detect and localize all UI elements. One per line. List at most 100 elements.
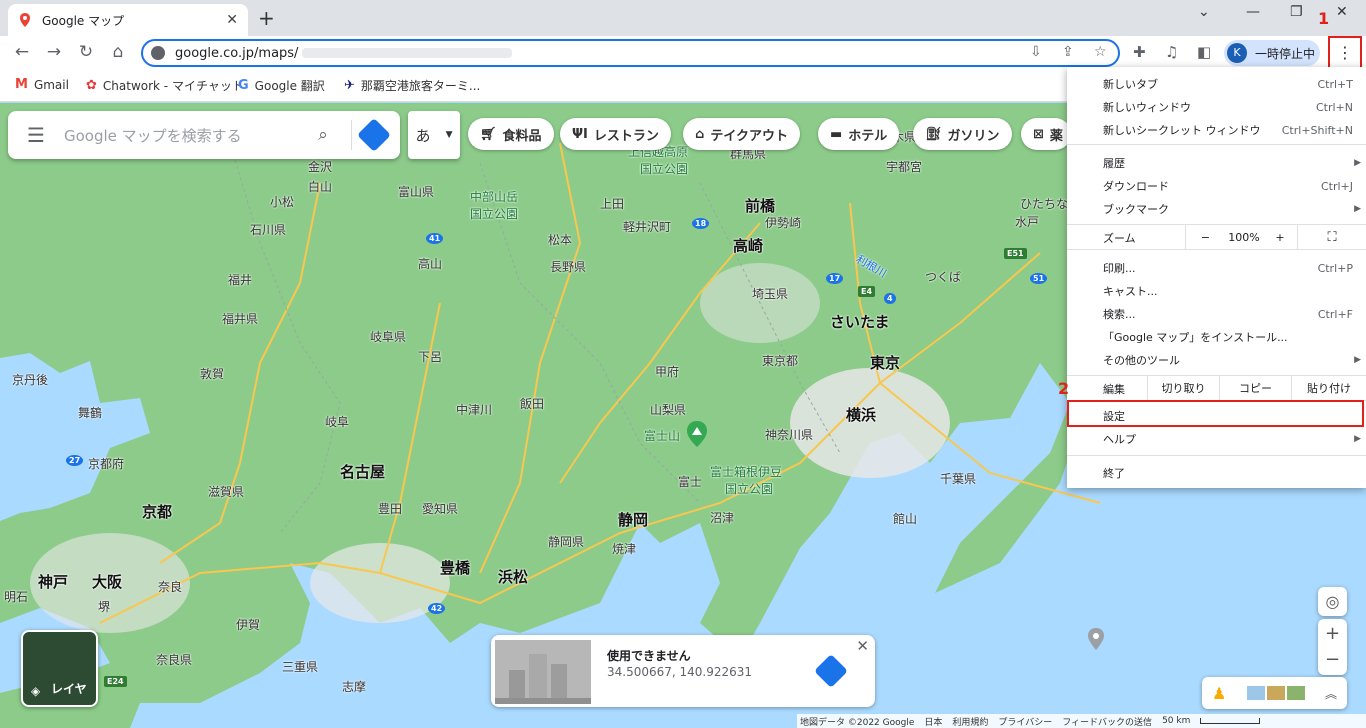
edit-label: 編集	[1103, 383, 1125, 396]
install-app-icon[interactable]: ⇩	[1030, 44, 1042, 60]
fuel-icon: ⛽︎	[925, 126, 942, 142]
layers-button[interactable]: ◈ レイヤ	[21, 630, 98, 707]
map-label: 高山	[418, 257, 443, 271]
tab-close-icon[interactable]: ✕	[226, 12, 238, 28]
map-label: 伊勢崎	[765, 216, 802, 230]
copy-button[interactable]: コピー	[1219, 376, 1291, 400]
feedback-link[interactable]: フィードバックの送信	[1062, 715, 1152, 728]
bookmark-naha[interactable]: ✈ 那覇空港旅客ターミ...	[344, 77, 480, 94]
street-view-thumbnail[interactable]	[495, 640, 591, 704]
chip-restaurants[interactable]: ΨΙ レストラン	[560, 118, 671, 150]
bookmark-translate[interactable]: G Google 翻訳	[238, 77, 325, 94]
bookmark-gmail[interactable]: M Gmail	[15, 77, 69, 92]
divider	[351, 120, 352, 150]
route-shield: 4	[884, 293, 896, 304]
chip-takeout[interactable]: ⌂ テイクアウト	[683, 118, 801, 150]
bookmark-star-icon[interactable]: ☆	[1094, 44, 1107, 60]
map-label: 東京都	[762, 354, 799, 368]
fullscreen-icon[interactable]: ⛶	[1297, 225, 1366, 249]
menu-help[interactable]: ヘルプ ▶	[1103, 431, 1363, 447]
menu-downloads[interactable]: ダウンロード Ctrl+J	[1103, 178, 1363, 194]
map-label: 堺	[98, 600, 111, 614]
restore-icon[interactable]: ❐	[1290, 4, 1303, 20]
close-icon[interactable]: ✕	[856, 637, 869, 655]
new-tab-icon[interactable]: +	[258, 6, 275, 30]
zoom-out-button[interactable]: −	[1185, 225, 1225, 249]
minimize-icon[interactable]: —	[1246, 4, 1260, 20]
dropped-pin-icon[interactable]	[1087, 628, 1105, 650]
media-control-icon[interactable]: ♫	[1165, 43, 1178, 61]
zoom-out-icon[interactable]: −	[1325, 647, 1340, 673]
zoom-in-button[interactable]: +	[1263, 225, 1297, 249]
route-shield: 42	[428, 603, 446, 614]
map-label: 上田	[600, 197, 625, 211]
map-label: 国立公園	[725, 482, 774, 496]
expand-icon[interactable]: ︽	[1325, 685, 1337, 702]
menu-hamburger-icon[interactable]: ☰	[8, 123, 64, 147]
terms-link[interactable]: 利用規約	[952, 715, 988, 728]
privacy-link[interactable]: プライバシー	[998, 715, 1052, 728]
extensions-icon[interactable]: ✚	[1133, 43, 1146, 61]
tab-search-icon[interactable]: ⌄	[1198, 4, 1210, 20]
map-label: 大阪	[92, 573, 123, 591]
share-icon[interactable]: ⇪	[1062, 44, 1074, 60]
paste-button[interactable]: 貼り付け	[1291, 376, 1366, 400]
search-icon[interactable]: ⌕	[305, 125, 341, 145]
menu-exit[interactable]: 終了	[1103, 465, 1363, 481]
zoom-in-icon[interactable]: +	[1325, 621, 1340, 647]
search-input[interactable]: Google マップを検索する	[64, 125, 305, 146]
home-icon[interactable]: ⌂	[106, 42, 130, 62]
location-info-card[interactable]: 使用できません 34.500667, 140.922631 ✕	[491, 635, 875, 707]
route-shield: 27	[66, 455, 84, 466]
menu-history[interactable]: 履歴 ▶	[1103, 155, 1363, 171]
route-shield: E24	[104, 676, 127, 687]
menu-new-window[interactable]: 新しいウィンドウ Ctrl+N	[1103, 99, 1363, 115]
directions-icon[interactable]	[357, 118, 391, 152]
directions-icon[interactable]	[814, 654, 848, 688]
fuji-marker-icon[interactable]	[686, 421, 708, 447]
browser-tab[interactable]: Google マップ ✕	[8, 4, 248, 36]
street-view-strip[interactable]: ♟ ︽	[1202, 677, 1347, 709]
chip-pharmacy[interactable]: ⊠ 薬	[1021, 118, 1071, 150]
menu-print[interactable]: 印刷... Ctrl+P	[1103, 260, 1363, 276]
route-shield: 51	[1030, 273, 1048, 284]
menu-new-tab[interactable]: 新しいタブ Ctrl+T	[1103, 76, 1363, 92]
profile-button[interactable]: K 一時停止中	[1224, 40, 1320, 66]
map-label: 宇都宮	[886, 160, 923, 174]
menu-find[interactable]: 検索... Ctrl+F	[1103, 306, 1363, 322]
menu-bookmarks[interactable]: ブックマーク ▶	[1103, 201, 1363, 217]
window-close-icon[interactable]: ✕	[1336, 4, 1348, 20]
menu-settings[interactable]: 設定	[1103, 408, 1363, 424]
chip-groceries[interactable]: 🛒︎ 食料品	[468, 118, 554, 150]
menu-new-incognito[interactable]: 新しいシークレット ウィンドウ Ctrl+Shift+N	[1103, 122, 1363, 138]
menu-cast[interactable]: キャスト...	[1103, 283, 1363, 299]
bookmark-chatwork[interactable]: ✿ Chatwork - マイチャット	[86, 77, 244, 94]
map-label: 高崎	[733, 237, 764, 255]
fork-knife-icon: ΨΙ	[572, 126, 588, 142]
back-icon[interactable]: ←	[10, 42, 34, 62]
menu-more-tools[interactable]: その他のツール ▶	[1103, 352, 1363, 368]
ime-label: あ	[415, 126, 431, 145]
zoom-control: + −	[1318, 619, 1347, 675]
address-bar[interactable]: google.co.jp/maps/	[141, 39, 1120, 67]
reload-icon[interactable]: ↻	[74, 42, 98, 62]
chip-gas[interactable]: ⛽︎ ガソリン	[913, 118, 1012, 150]
chatwork-icon: ✿	[86, 78, 97, 93]
country-link[interactable]: 日本	[924, 715, 942, 728]
map-label: 館山	[893, 512, 918, 526]
ime-toggle[interactable]: あ ▼	[408, 111, 460, 159]
pegman-icon[interactable]: ♟	[1212, 684, 1226, 703]
chip-hotels[interactable]: ▬ ホテル	[818, 118, 900, 150]
imagery-thumbnails[interactable]	[1246, 686, 1305, 700]
side-panel-icon[interactable]: ◧	[1197, 43, 1211, 61]
menu-edit-row: 編集 切り取り コピー 貼り付け	[1067, 376, 1366, 400]
map-label: 国立公園	[470, 207, 519, 221]
annotation-1: 1	[1318, 9, 1330, 28]
map-label: 伊賀	[236, 618, 261, 632]
cut-button[interactable]: 切り取り	[1147, 376, 1219, 400]
menu-install-app[interactable]: 「Google マップ」をインストール...	[1103, 329, 1363, 345]
my-location-icon[interactable]: ◎	[1318, 587, 1347, 616]
forward-icon[interactable]: →	[42, 42, 66, 62]
map-search-box[interactable]: ☰ Google マップを検索する ⌕	[8, 111, 400, 159]
chrome-menu-icon[interactable]: ⋮	[1328, 36, 1362, 69]
